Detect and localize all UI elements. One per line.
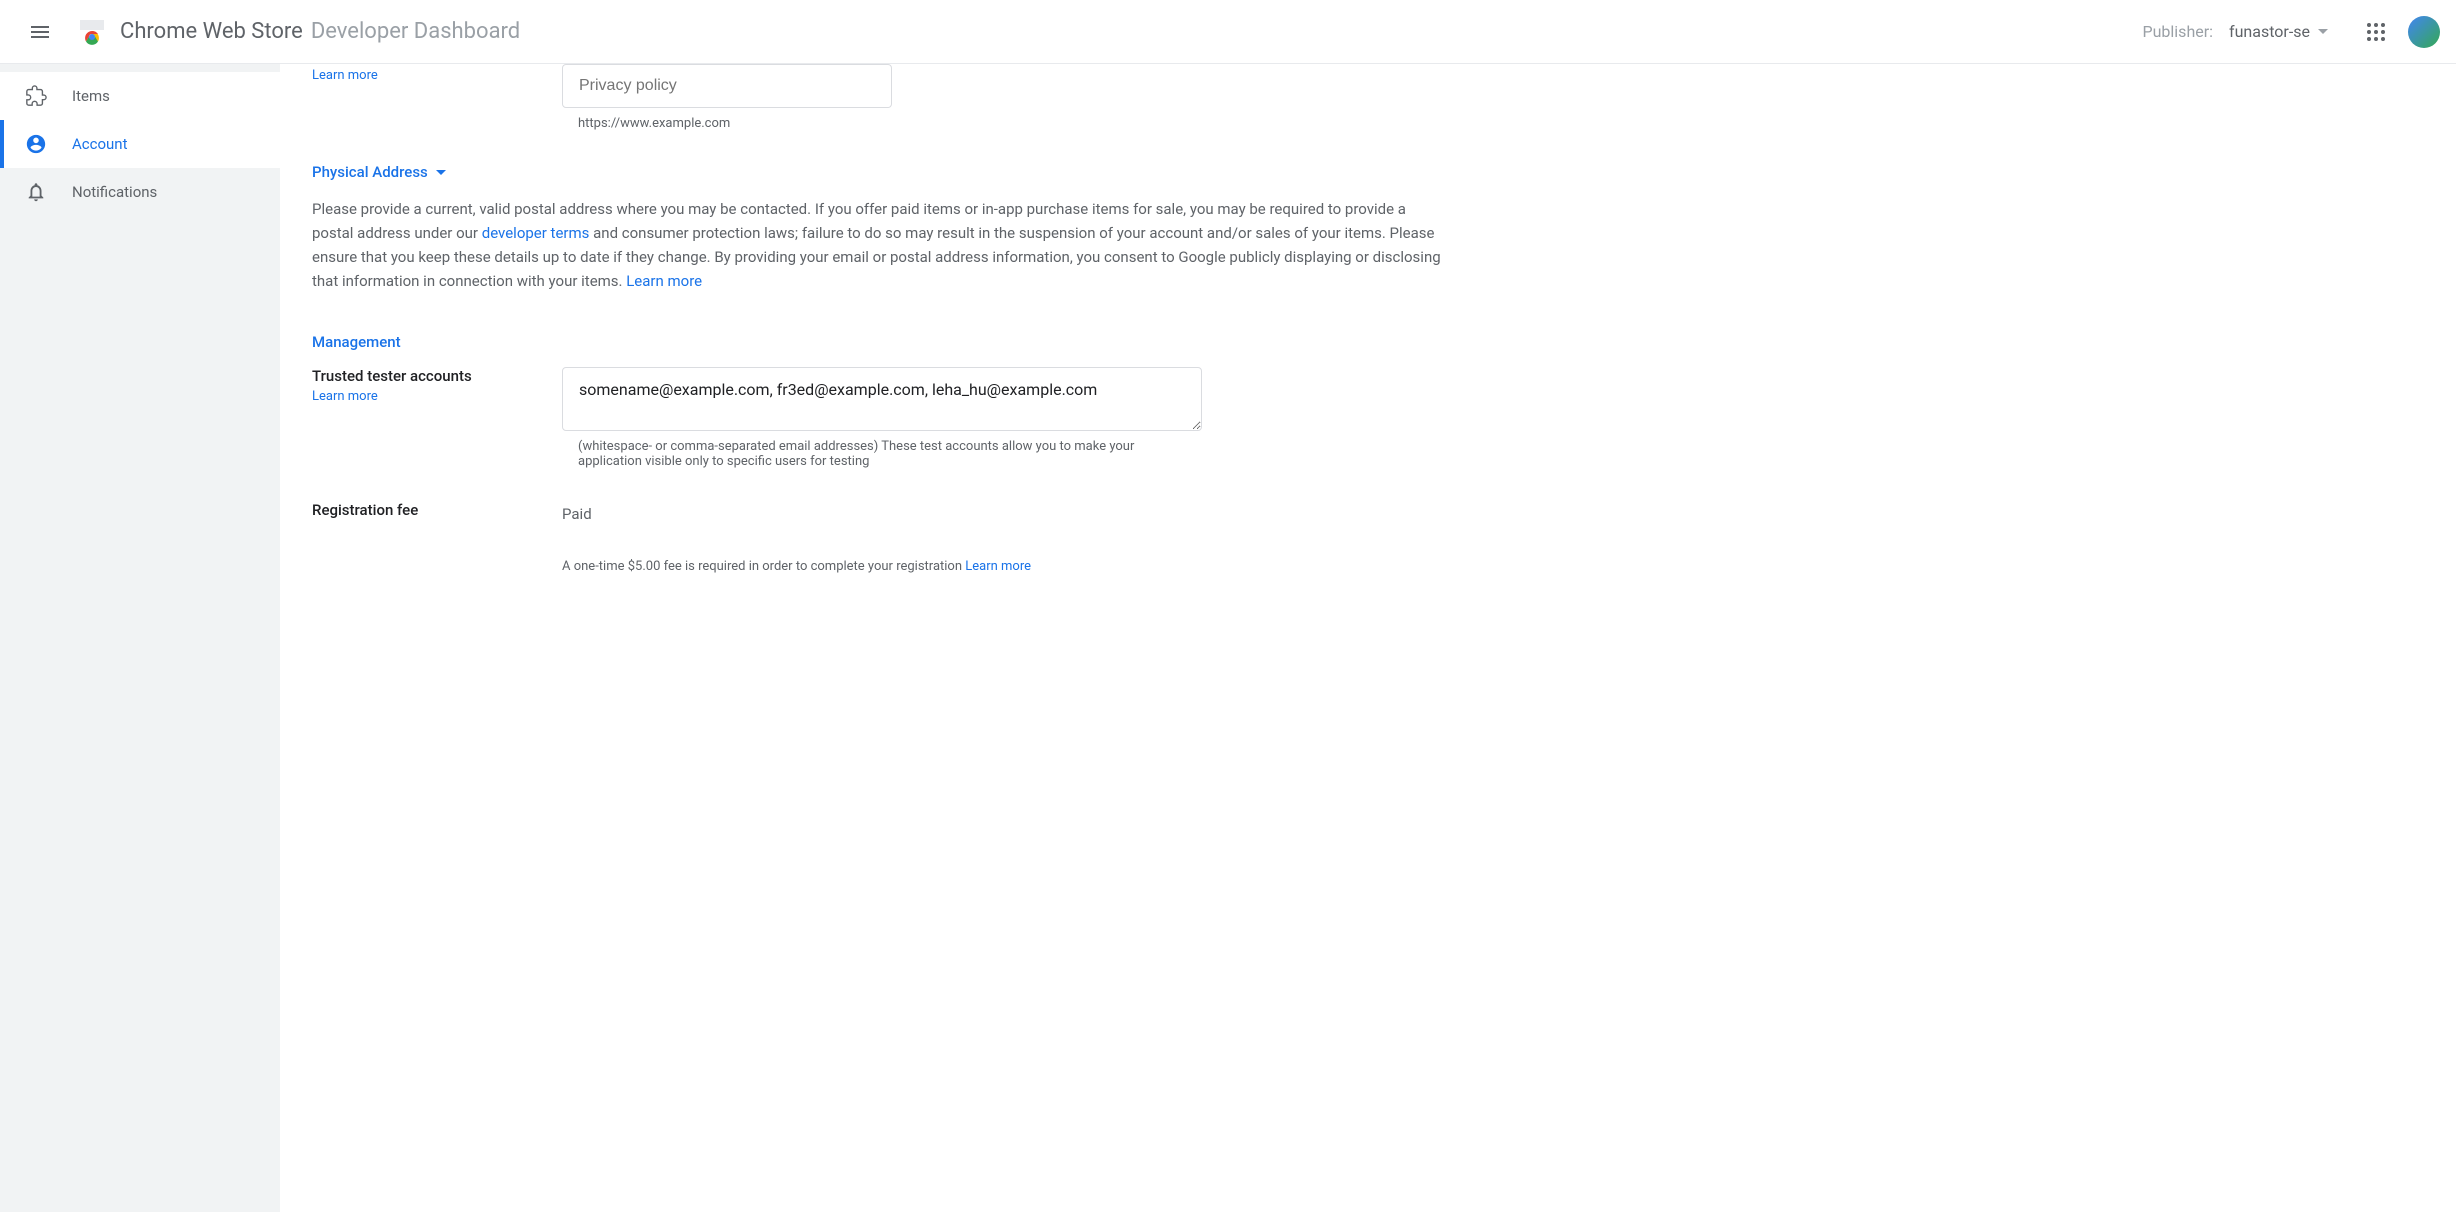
publisher-value: funastor-se bbox=[2229, 22, 2310, 41]
google-apps-button[interactable] bbox=[2352, 8, 2400, 56]
title-product-name: Chrome Web Store bbox=[120, 19, 303, 44]
sidebar-item-label: Account bbox=[72, 135, 128, 153]
main-layout: Items Account Notifications Learn more h… bbox=[0, 64, 2456, 1212]
expand-icon bbox=[436, 170, 446, 175]
user-avatar[interactable] bbox=[2408, 16, 2440, 48]
physical-address-description: Please provide a current, valid postal a… bbox=[312, 197, 1448, 293]
trusted-testers-label: Trusted tester accounts bbox=[312, 367, 472, 385]
physical-address-title: Physical Address bbox=[312, 163, 428, 181]
sidebar-nav: Items Account Notifications bbox=[0, 64, 280, 1212]
publisher-dropdown[interactable]: funastor-se bbox=[2229, 22, 2328, 41]
bell-icon bbox=[24, 180, 48, 204]
publisher-selector-area: Publisher: funastor-se bbox=[2143, 22, 2329, 41]
privacy-learn-more-link[interactable]: Learn more bbox=[312, 68, 562, 83]
sidebar-item-label: Notifications bbox=[72, 183, 157, 201]
sidebar-item-account[interactable]: Account bbox=[0, 120, 280, 168]
trusted-testers-helper: (whitespace- or comma-separated email ad… bbox=[578, 439, 1178, 469]
management-header: Management bbox=[312, 333, 1448, 351]
developer-terms-link[interactable]: developer terms bbox=[482, 224, 590, 242]
address-learn-more-link[interactable]: Learn more bbox=[626, 272, 702, 290]
header-title: Chrome Web Store Developer Dashboard bbox=[120, 19, 2143, 44]
publisher-label: Publisher: bbox=[2143, 22, 2214, 41]
sidebar-item-items[interactable]: Items bbox=[0, 72, 280, 120]
trusted-testers-learn-more-link[interactable]: Learn more bbox=[312, 389, 562, 404]
trusted-testers-input[interactable] bbox=[562, 367, 1202, 431]
physical-address-header[interactable]: Physical Address bbox=[312, 163, 1448, 181]
app-header: Chrome Web Store Developer Dashboard Pub… bbox=[0, 0, 2456, 64]
sidebar-item-notifications[interactable]: Notifications bbox=[0, 168, 280, 216]
hamburger-menu-button[interactable] bbox=[16, 8, 64, 56]
sidebar-item-label: Items bbox=[72, 87, 110, 105]
dropdown-icon bbox=[2318, 29, 2328, 34]
registration-fee-value: Paid bbox=[562, 501, 1448, 527]
account-icon bbox=[24, 132, 48, 156]
registration-fee-helper: A one-time $5.00 fee is required in orde… bbox=[562, 559, 1448, 574]
privacy-policy-field: Learn more https://www.example.com bbox=[312, 64, 1448, 131]
registration-fee-learn-more-link[interactable]: Learn more bbox=[965, 559, 1031, 574]
chrome-web-store-logo bbox=[72, 12, 112, 52]
registration-fee-field: Registration fee Paid A one-time $5.00 f… bbox=[312, 501, 1448, 574]
registration-fee-label: Registration fee bbox=[312, 501, 418, 519]
hamburger-icon bbox=[28, 20, 52, 44]
management-title: Management bbox=[312, 333, 401, 351]
title-section-name: Developer Dashboard bbox=[311, 19, 520, 44]
cws-logo-icon bbox=[76, 16, 108, 48]
trusted-testers-field: Trusted tester accounts Learn more (whit… bbox=[312, 367, 1448, 469]
apps-grid-icon bbox=[2367, 23, 2385, 41]
privacy-helper-text: https://www.example.com bbox=[578, 116, 1448, 131]
privacy-policy-input[interactable] bbox=[562, 64, 892, 108]
extension-icon bbox=[24, 84, 48, 108]
page-content: Learn more https://www.example.com Physi… bbox=[280, 64, 1480, 1212]
